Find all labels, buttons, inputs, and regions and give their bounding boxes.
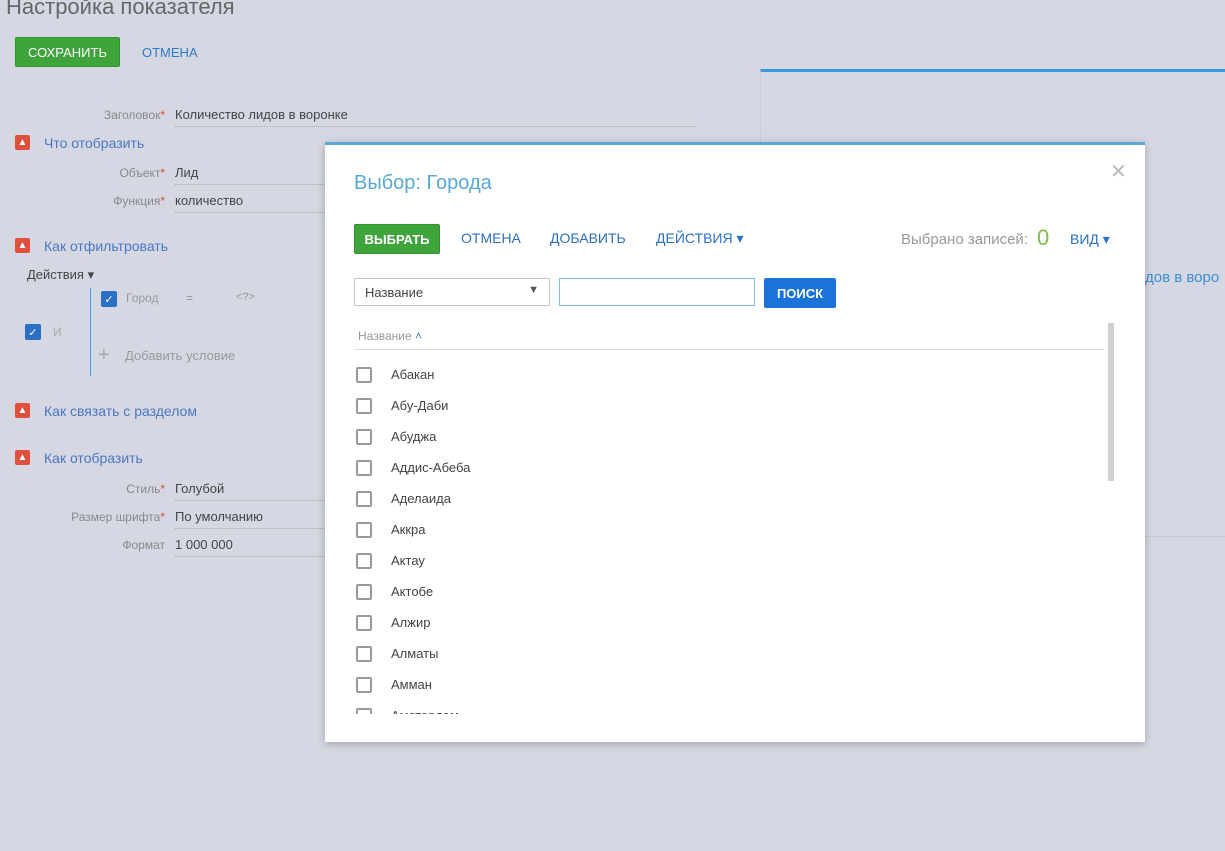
row-checkbox[interactable] xyxy=(356,521,372,538)
caption-field[interactable]: Количество лидов в воронке xyxy=(175,107,695,127)
collapse-icon[interactable]: ▲ xyxy=(15,135,30,150)
city-name: Актобе xyxy=(391,584,434,599)
city-name: Амстердам xyxy=(391,708,459,714)
row-checkbox[interactable] xyxy=(356,552,372,569)
city-name: Аделаида xyxy=(391,491,451,506)
list-item[interactable]: Абакан xyxy=(354,359,1094,390)
lookup-modal: Выбор: Города ✕ ВЫБРАТЬ ОТМЕНА ДОБАВИТЬ … xyxy=(325,142,1145,742)
chevron-down-icon: ▼ xyxy=(528,284,539,296)
modal-title: Выбор: Города xyxy=(354,172,492,194)
section-display[interactable]: Как отобразить xyxy=(44,450,143,466)
list-item[interactable]: Алжир xyxy=(354,607,1094,638)
city-name: Абу-Даби xyxy=(391,398,449,413)
cancel-button[interactable]: ОТМЕНА xyxy=(142,45,198,60)
city-name: Актау xyxy=(391,553,425,568)
list-item[interactable]: Абу-Даби xyxy=(354,390,1094,421)
list-item[interactable]: Абуджа xyxy=(354,421,1094,452)
filter-actions-menu[interactable]: Действия ▾ xyxy=(27,267,94,283)
cancel-button[interactable]: ОТМЕНА xyxy=(461,230,521,246)
list-item[interactable]: Актау xyxy=(354,545,1094,576)
condition-operator[interactable]: = xyxy=(186,291,193,305)
city-name: Аккра xyxy=(391,522,426,537)
search-input[interactable] xyxy=(559,278,755,306)
section-what[interactable]: Что отобразить xyxy=(44,135,144,151)
section-link[interactable]: Как связать с разделом xyxy=(44,403,197,419)
collapse-icon[interactable]: ▲ xyxy=(15,238,30,253)
group-operator[interactable]: И xyxy=(53,325,62,339)
list-item[interactable]: Аддис-Абеба xyxy=(354,452,1094,483)
row-checkbox[interactable] xyxy=(356,490,372,507)
list-item[interactable]: Алматы xyxy=(354,638,1094,669)
add-button[interactable]: ДОБАВИТЬ xyxy=(550,230,626,246)
select-button[interactable]: ВЫБРАТЬ xyxy=(354,224,440,254)
condition-value[interactable]: <?> xyxy=(236,291,255,303)
list-item[interactable]: Аделаида xyxy=(354,483,1094,514)
row-checkbox[interactable] xyxy=(356,707,372,714)
scrollbar[interactable] xyxy=(1108,323,1114,481)
close-icon[interactable]: ✕ xyxy=(1110,159,1127,184)
sort-asc-icon: ˄ xyxy=(414,329,422,343)
list-item[interactable]: Амстердам xyxy=(354,700,1094,714)
group-checkbox[interactable]: ✓ xyxy=(25,324,41,340)
divider xyxy=(354,349,1104,350)
row-checkbox[interactable] xyxy=(356,645,372,662)
city-name: Алматы xyxy=(391,646,439,661)
section-filter[interactable]: Как отфильтровать xyxy=(44,238,168,254)
city-name: Абакан xyxy=(391,367,435,382)
collapse-icon[interactable]: ▲ xyxy=(15,403,30,418)
condition-checkbox[interactable]: ✓ xyxy=(101,291,117,307)
selected-count: 0 xyxy=(1037,225,1050,250)
list-item[interactable]: Аккра xyxy=(354,514,1094,545)
row-checkbox[interactable] xyxy=(356,583,372,600)
fontsize-label: Размер шрифта* xyxy=(71,510,165,524)
page-title: Настройка показателя xyxy=(6,0,235,19)
collapse-icon[interactable]: ▲ xyxy=(15,450,30,465)
city-name: Амман xyxy=(391,677,432,692)
column-header-name[interactable]: Название ˄ xyxy=(358,329,422,343)
row-checkbox[interactable] xyxy=(356,366,372,383)
row-checkbox[interactable] xyxy=(356,459,372,476)
add-condition-button[interactable]: Добавить условие xyxy=(125,348,235,363)
row-checkbox[interactable] xyxy=(356,397,372,414)
save-button[interactable]: СОХРАНИТЬ xyxy=(15,37,120,67)
row-checkbox[interactable] xyxy=(356,614,372,631)
style-label: Стиль* xyxy=(126,482,165,496)
row-checkbox[interactable] xyxy=(356,428,372,445)
format-label: Формат xyxy=(122,538,165,552)
city-name: Абуджа xyxy=(391,429,437,444)
condition-field[interactable]: Город xyxy=(126,291,158,305)
group-line xyxy=(90,288,91,376)
city-name: Алжир xyxy=(391,615,431,630)
row-checkbox[interactable] xyxy=(356,676,372,693)
object-label: Объект* xyxy=(119,166,165,180)
actions-menu[interactable]: ДЕЙСТВИЯ ▾ xyxy=(656,230,744,247)
view-menu[interactable]: ВИД ▾ xyxy=(1070,231,1110,248)
caption-label: Заголовок* xyxy=(103,108,165,122)
search-field-select[interactable]: Название ▼ xyxy=(354,278,550,306)
city-list: Абакан Абу-Даби Абуджа Аддис-Абеба Аделаида А… xyxy=(354,359,1094,714)
list-item[interactable]: Амман xyxy=(354,669,1094,700)
search-button[interactable]: ПОИСК xyxy=(764,278,836,308)
selected-count-label: Выбрано записей: xyxy=(901,231,1028,248)
city-name: Аддис-Абеба xyxy=(391,460,471,475)
list-item[interactable]: Актобе xyxy=(354,576,1094,607)
function-label: Функция* xyxy=(113,194,165,208)
preview-text: дов в воро xyxy=(1145,269,1220,286)
plus-icon[interactable]: + xyxy=(98,344,110,367)
